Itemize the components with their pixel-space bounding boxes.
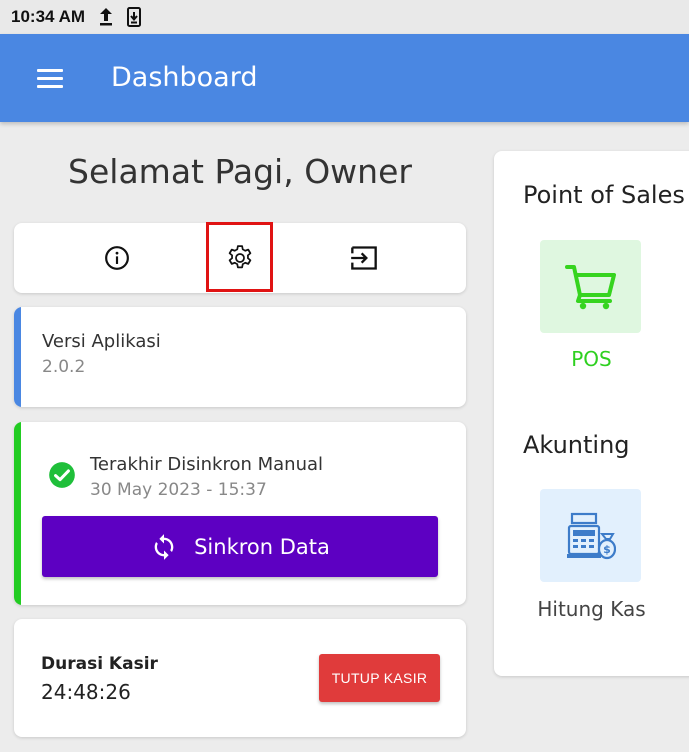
card-accent-bar xyxy=(14,422,21,605)
upload-icon xyxy=(99,7,113,27)
greeting-text: Selamat Pagi, Owner xyxy=(68,152,412,191)
app-bar: Dashboard xyxy=(0,34,689,122)
menu-panel: Point of Sales POS Akunting $ Hitung Kas xyxy=(494,151,689,676)
sync-data-button[interactable]: Sinkron Data xyxy=(42,516,438,577)
pos-tile[interactable] xyxy=(540,240,641,333)
cashier-duration-label: Durasi Kasir xyxy=(41,654,158,674)
hamburger-menu-icon[interactable] xyxy=(37,69,63,89)
status-bar: 10:34 AM xyxy=(0,0,689,34)
logout-button[interactable] xyxy=(324,223,404,293)
action-toolbar xyxy=(14,223,466,293)
sync-timestamp: 30 May 2023 - 15:37 xyxy=(90,480,267,500)
download-icon xyxy=(127,7,142,27)
info-button[interactable] xyxy=(77,223,157,293)
sync-button-label: Sinkron Data xyxy=(194,534,330,559)
accounting-section-title: Akunting xyxy=(523,431,630,459)
cashier-duration-value: 24:48:26 xyxy=(41,680,131,704)
pos-tile-label: POS xyxy=(571,347,612,371)
card-accent-bar xyxy=(14,307,21,407)
version-card: Versi Aplikasi 2.0.2 xyxy=(14,307,466,407)
sync-icon xyxy=(150,533,178,561)
status-time: 10:34 AM xyxy=(11,7,86,26)
hitung-kas-label: Hitung Kas xyxy=(537,597,646,621)
shopping-cart-icon xyxy=(564,264,616,309)
close-cashier-button[interactable]: TUTUP KASIR xyxy=(319,654,440,702)
logout-icon xyxy=(351,246,377,270)
svg-text:$: $ xyxy=(603,543,611,556)
page-title: Dashboard xyxy=(111,62,258,93)
cashier-card: Durasi Kasir 24:48:26 TUTUP KASIR xyxy=(14,619,466,737)
settings-gear-icon xyxy=(228,245,252,269)
hitung-kas-tile[interactable]: $ xyxy=(540,489,641,582)
sync-status-label: Terakhir Disinkron Manual xyxy=(90,454,324,475)
version-value: 2.0.2 xyxy=(42,357,86,377)
pos-section-title: Point of Sales xyxy=(523,181,685,209)
cash-register-icon: $ xyxy=(566,512,616,559)
info-icon xyxy=(105,246,129,270)
version-label: Versi Aplikasi xyxy=(42,331,161,352)
settings-button[interactable] xyxy=(200,223,280,293)
check-circle-icon xyxy=(49,462,75,488)
sync-card: Terakhir Disinkron Manual 30 May 2023 - … xyxy=(14,422,466,605)
